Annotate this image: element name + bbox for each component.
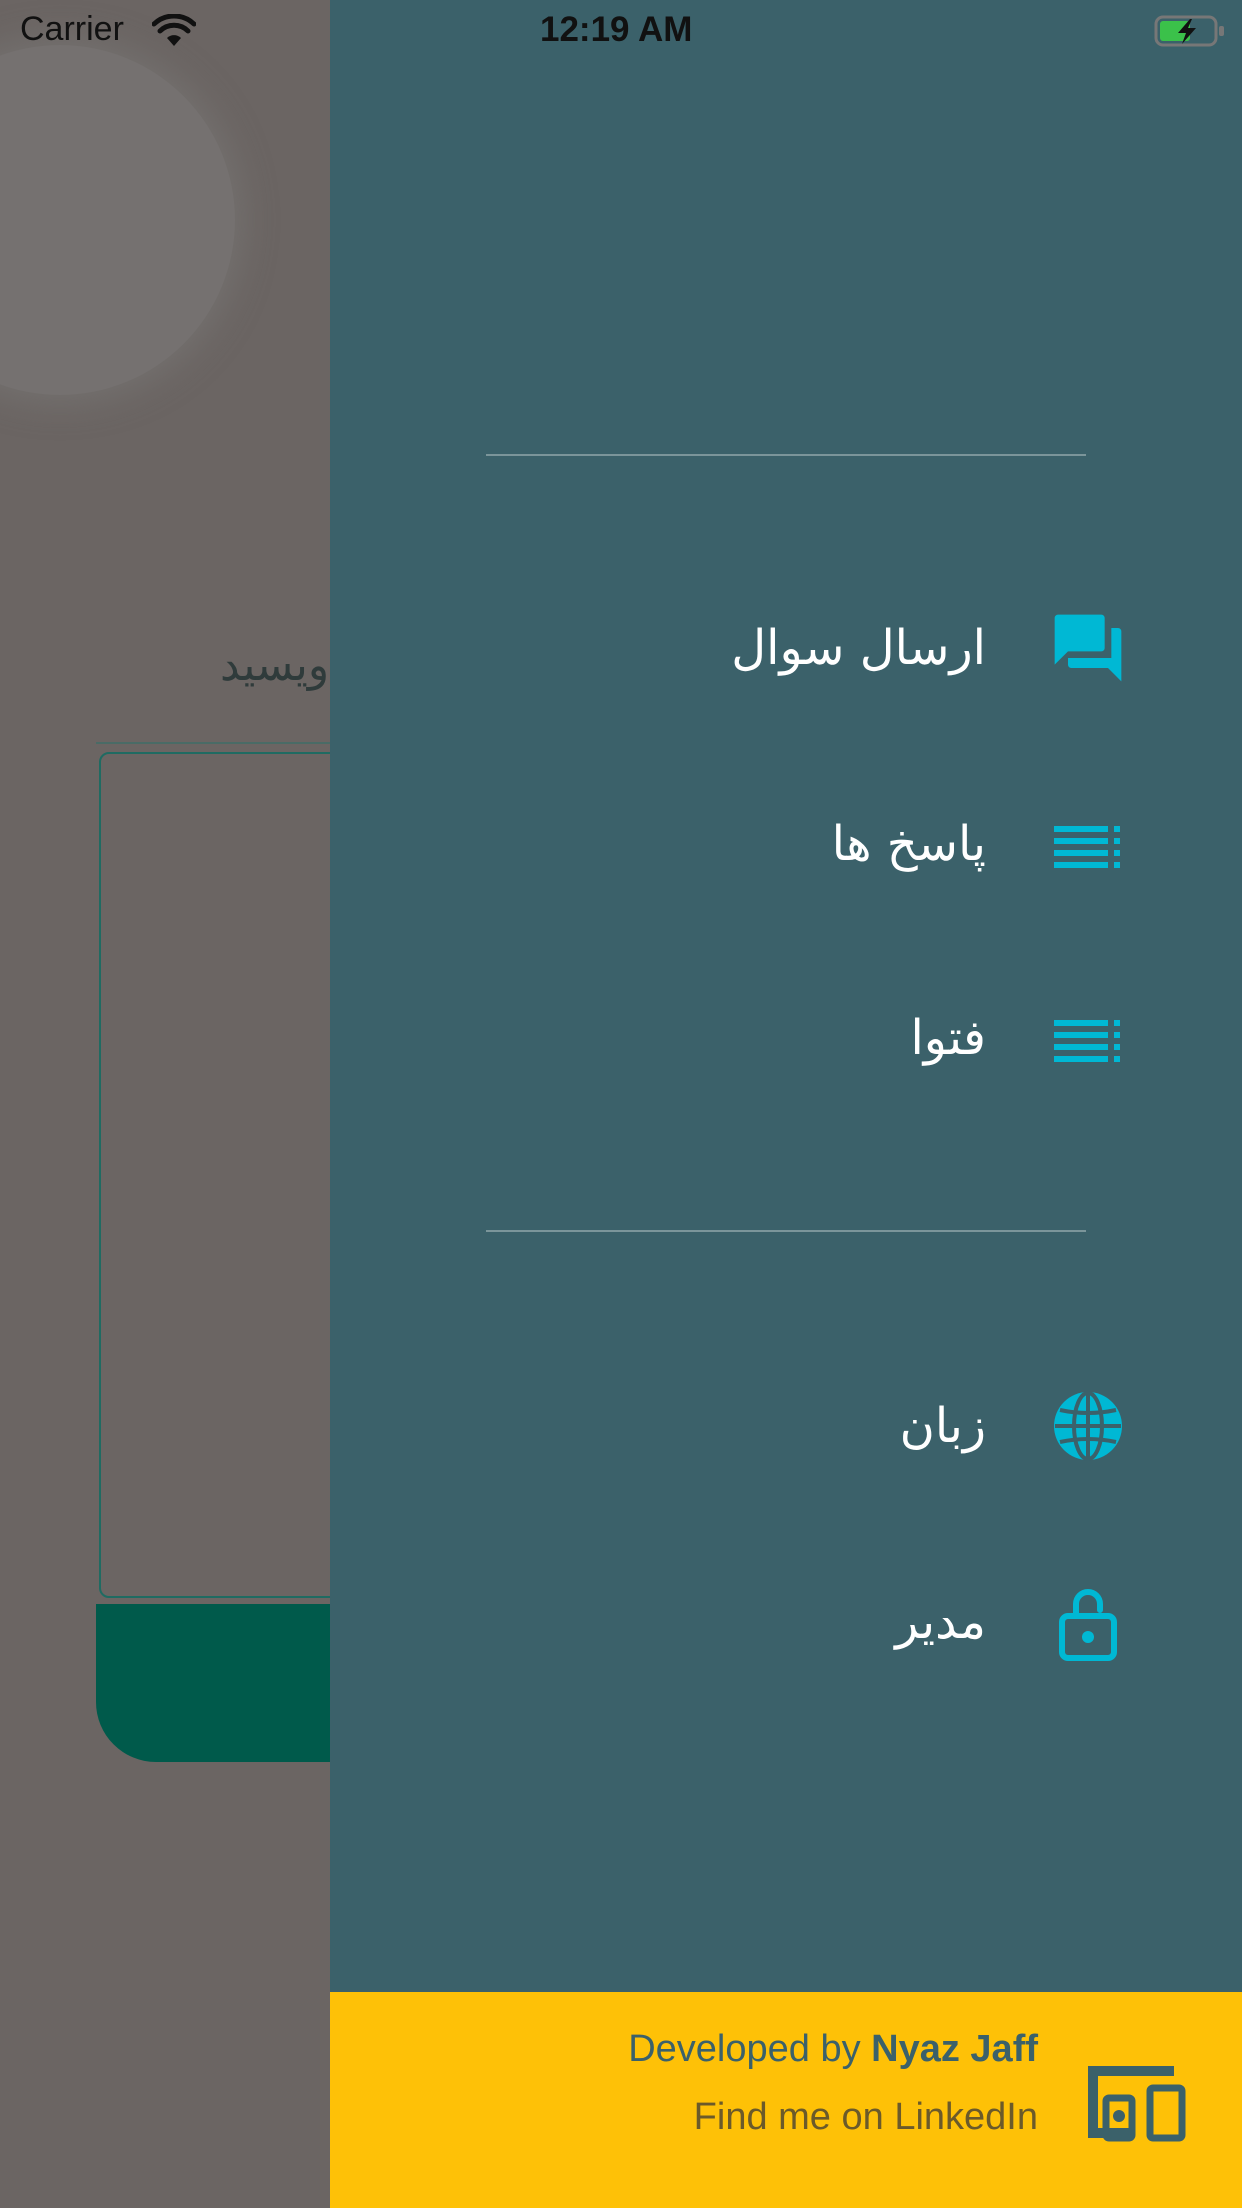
carrier-label: Carrier: [20, 10, 124, 48]
drawer-divider-top: [486, 454, 1086, 456]
menu-item-send-question[interactable]: ارسال سوال: [330, 588, 1242, 708]
screen: ویسید Carrier 12:19 AM ارسال سوال پاسخ ه…: [0, 0, 1242, 2208]
menu-item-label: فتوا: [910, 1010, 986, 1066]
menu-item-label: ارسال سوال: [731, 620, 986, 676]
list-icon: [1048, 998, 1128, 1078]
developed-by-prefix: Developed by: [628, 2028, 861, 2070]
menu-item-answers[interactable]: پاسخ ها: [330, 784, 1242, 904]
drawer-divider-bottom: [486, 1230, 1086, 1232]
menu-item-label: زبان: [899, 1398, 986, 1454]
developer-credit: Developed by Nyaz Jaff: [628, 2028, 1038, 2071]
menu-item-label: مدیر: [895, 1594, 986, 1650]
battery-charging-icon: [1154, 14, 1226, 48]
wifi-icon: [151, 13, 197, 48]
developer-footer[interactable]: Developed by Nyaz Jaff Find me on Linked…: [330, 1992, 1242, 2208]
navigation-drawer: ارسال سوال پاسخ ها فتوا زبان مدیر Develo…: [330, 0, 1242, 2208]
menu-item-label: پاسخ ها: [831, 816, 986, 872]
status-time: 12:19 AM: [540, 10, 693, 49]
status-bar: Carrier 12:19 AM: [0, 0, 1242, 60]
devices-icon: [1078, 2058, 1190, 2144]
menu-item-fatwa[interactable]: فتوا: [330, 978, 1242, 1098]
background-avatar-circle: [0, 45, 235, 395]
lock-open-icon: [1048, 1582, 1128, 1662]
list-icon: [1048, 804, 1128, 884]
menu-item-language[interactable]: زبان: [330, 1366, 1242, 1486]
forum-icon: [1048, 608, 1128, 688]
linkedin-link[interactable]: Find me on LinkedIn: [694, 2096, 1038, 2139]
globe-icon: [1048, 1386, 1128, 1466]
developer-name: Nyaz Jaff: [871, 2028, 1038, 2070]
background-question-prompt: ویسید: [220, 640, 330, 691]
menu-item-admin[interactable]: مدیر: [330, 1562, 1242, 1682]
